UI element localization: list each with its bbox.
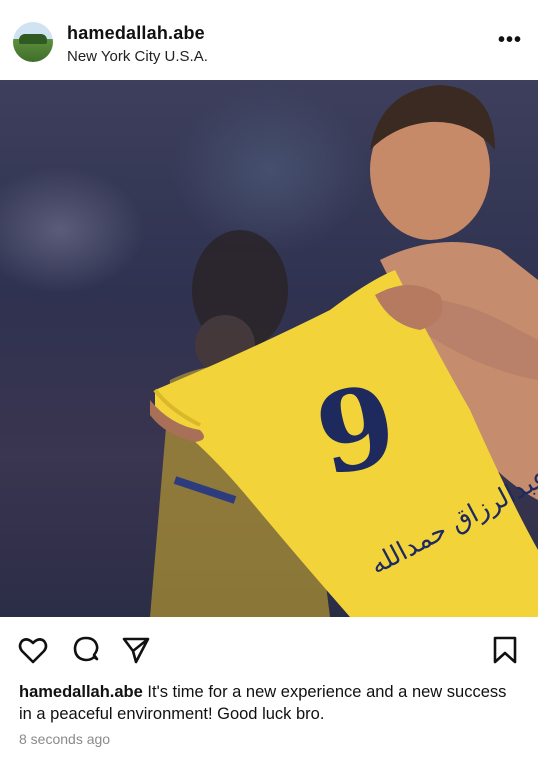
post-photo[interactable]: 9 عبدالرزاق حمدالله — [0, 80, 538, 617]
comment-icon[interactable] — [70, 634, 102, 666]
post-location[interactable]: New York City U.S.A. — [67, 48, 208, 65]
post-timestamp: 8 seconds ago — [19, 731, 111, 747]
post-username[interactable]: hamedallah.abe — [67, 23, 205, 44]
action-bar — [0, 628, 538, 672]
avatar[interactable] — [13, 22, 53, 62]
post-header: hamedallah.abe New York City U.S.A. ••• — [0, 0, 538, 80]
post-caption: hamedallah.abe It's time for a new exper… — [19, 681, 519, 725]
more-options-icon[interactable]: ••• — [498, 30, 521, 50]
bookmark-icon[interactable] — [489, 634, 521, 666]
photo-illustration: 9 عبدالرزاق حمدالله — [150, 85, 538, 617]
heart-icon[interactable] — [17, 634, 49, 666]
caption-username[interactable]: hamedallah.abe — [19, 683, 143, 701]
send-icon[interactable] — [120, 634, 152, 666]
